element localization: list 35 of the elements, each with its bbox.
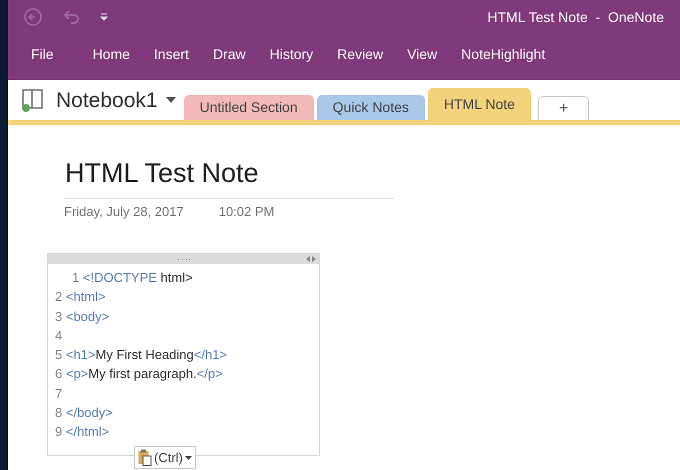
paste-options-button[interactable]: (Ctrl)	[134, 446, 196, 469]
ribbon-tab[interactable]: File	[8, 44, 81, 64]
resize-arrows-icon[interactable]	[306, 256, 316, 262]
code-line: 5 <h1>My First Heading</h1>	[55, 346, 228, 364]
container-handle-bar[interactable]	[48, 254, 319, 264]
ribbon-tab[interactable]: Draw	[200, 44, 258, 64]
page-date: Friday, July 28, 2017	[64, 202, 184, 221]
ribbon-tab[interactable]: Review	[325, 44, 396, 64]
notebook-name[interactable]: Notebook1	[56, 84, 158, 116]
code-line: 9 </html>	[55, 423, 110, 442]
code-line: 2 <html>	[55, 288, 106, 306]
dropdown-icon	[184, 456, 192, 460]
section-tab[interactable]: HTML Note	[428, 88, 531, 120]
code-line: 1 <!DOCTYPE html>	[71, 269, 193, 287]
ribbon-tab[interactable]: Insert	[142, 44, 201, 64]
code-line: 6 <p>My first paragraph.</p>	[55, 365, 223, 384]
code-line: 4	[55, 326, 64, 345]
ribbon-tab[interactable]: History	[258, 44, 326, 64]
code-line: 8 </body>	[55, 404, 113, 422]
code-line: 3 <body>	[55, 308, 110, 326]
code-line: 7	[55, 384, 64, 403]
ribbon-tab[interactable]: NoteHighlight	[449, 44, 558, 64]
ribbon-tab[interactable]: View	[395, 44, 450, 64]
add-section-tab[interactable]: +	[538, 96, 590, 120]
page-title[interactable]: HTML Test Note	[64, 153, 394, 198]
ribbon-tab[interactable]: Home	[80, 44, 142, 64]
clipboard-icon	[138, 449, 152, 466]
page-time: 10:02 PM	[218, 202, 274, 220]
dropdown-icon[interactable]	[166, 97, 176, 104]
back-icon[interactable]	[24, 8, 42, 26]
undo-icon[interactable]	[62, 9, 80, 25]
window-title: HTML Test Note - OneNote	[487, 8, 664, 26]
customize-icon[interactable]	[100, 12, 108, 22]
section-tab[interactable]: Untitled Section	[184, 95, 314, 120]
section-tab[interactable]: Quick Notes	[316, 95, 425, 120]
